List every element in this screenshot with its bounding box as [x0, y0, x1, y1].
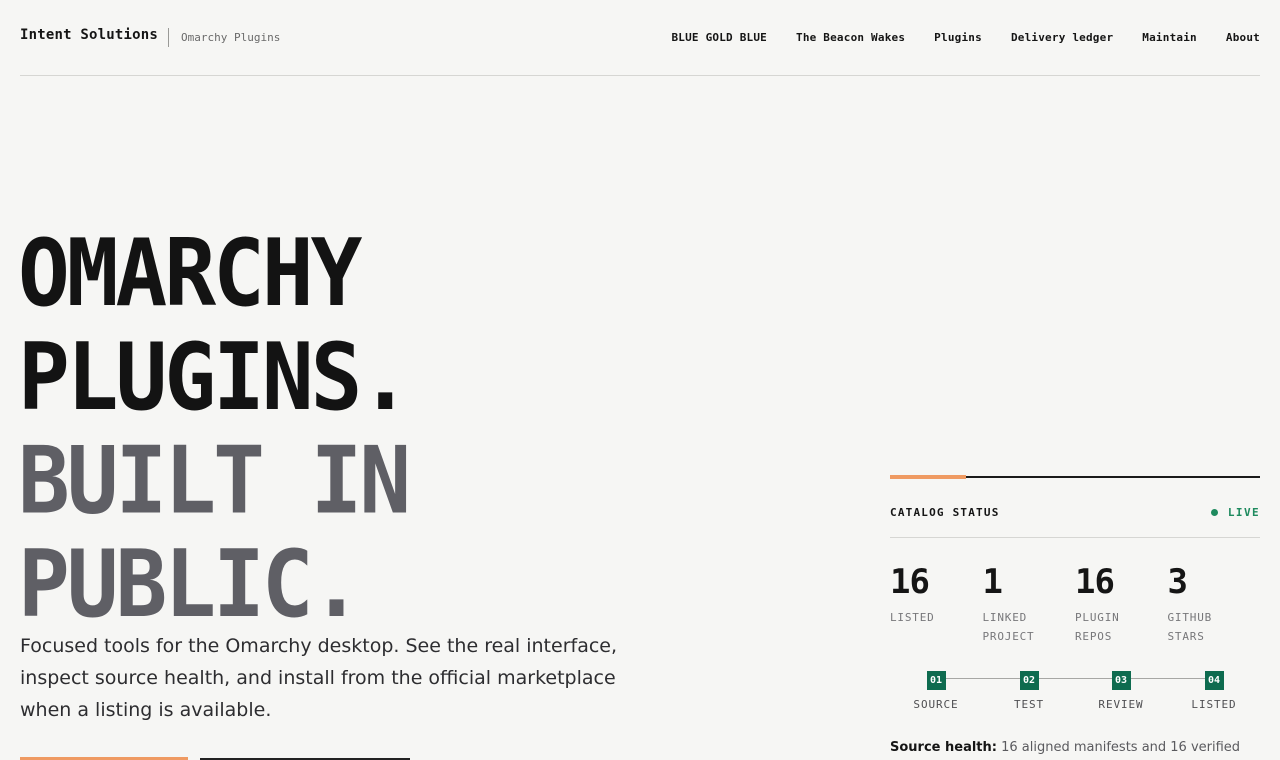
card-accent-bar — [890, 475, 966, 479]
nav-item-about[interactable]: About — [1226, 31, 1260, 44]
card-divider — [890, 537, 1260, 538]
stat-value: 3 — [1167, 562, 1188, 602]
step-number-badge: 02 — [1019, 671, 1039, 690]
live-indicator: LIVE — [1210, 506, 1260, 519]
main-nav: BLUE GOLD BLUE The Beacon Wakes Plugins … — [671, 31, 1260, 44]
live-label: LIVE — [1227, 506, 1260, 519]
stat-value: 16 — [890, 562, 930, 602]
step-number-badge: 04 — [1204, 671, 1224, 690]
brand-subtitle: Omarchy Plugins — [181, 31, 281, 44]
hero-heading: OMARCHY PLUGINS. BUILT IN PUBLIC. — [18, 222, 718, 637]
nav-item-beacon-wakes[interactable]: The Beacon Wakes — [796, 31, 905, 44]
step-label: REVIEW — [1098, 698, 1144, 711]
nav-item-plugins[interactable]: Plugins — [934, 31, 982, 44]
site-header: Intent Solutions Omarchy Plugins BLUE GO… — [20, 0, 1260, 76]
catalog-status-title: CATALOG STATUS — [890, 506, 1000, 519]
stat-label: GITHUB STARS — [1167, 611, 1213, 643]
source-health-label: Source health: — [890, 740, 997, 755]
hero-line-3: BUILT IN — [18, 427, 411, 536]
step-number-badge: 01 — [926, 671, 946, 690]
brand-logo-link[interactable]: Intent Solutions — [20, 27, 158, 43]
hero-line-4: PUBLIC. — [18, 530, 362, 639]
step-listed: 04 LISTED — [1174, 668, 1254, 711]
step-number-badge: 03 — [1111, 671, 1131, 690]
hero-lede: Focused tools for the Omarchy desktop. S… — [20, 635, 618, 721]
nav-item-maintain[interactable]: Maintain — [1142, 31, 1197, 44]
stat-listed: 16 LISTED — [890, 562, 983, 646]
stat-github-stars: 3 GITHUB STARS — [1168, 562, 1261, 646]
pipeline-steps: 01 SOURCE 02 TEST 03 REVIEW 04 LISTED — [890, 668, 1260, 711]
stat-value: 1 — [982, 562, 1003, 602]
step-label: TEST — [1013, 698, 1045, 711]
stat-label: PLUGIN REPOS — [1075, 611, 1120, 643]
source-health: Source health: 16 aligned manifests and … — [890, 740, 1240, 755]
catalog-status-card: CATALOG STATUS LIVE 16 LISTED 1 LINKED P… — [890, 475, 1260, 760]
brand-divider — [168, 28, 169, 47]
stat-label: LINKED PROJECT — [982, 611, 1035, 643]
source-health-text: 16 aligned manifests and 16 verified — [1001, 740, 1241, 755]
hero-line-2: PLUGINS. — [18, 323, 411, 432]
nav-item-blue-gold-blue[interactable]: BLUE GOLD BLUE — [671, 31, 767, 44]
stat-plugin-repos: 16 PLUGIN REPOS — [1075, 562, 1168, 646]
stat-value: 16 — [1075, 562, 1115, 602]
stat-linked-project: 1 LINKED PROJECT — [983, 562, 1076, 646]
step-test: 02 TEST — [989, 668, 1069, 711]
step-review: 03 REVIEW — [1081, 668, 1161, 711]
step-label: SOURCE — [913, 698, 959, 711]
hero-line-1: OMARCHY — [18, 219, 362, 328]
pipeline-connector — [936, 678, 1214, 679]
step-source: 01 SOURCE — [896, 668, 976, 711]
live-dot-icon — [1210, 509, 1218, 516]
nav-item-delivery-ledger[interactable]: Delivery ledger — [1011, 31, 1113, 44]
stats-row: 16 LISTED 1 LINKED PROJECT 16 PLUGIN REP… — [890, 562, 1260, 646]
stat-label: LISTED — [890, 611, 935, 624]
step-label: LISTED — [1191, 698, 1237, 711]
